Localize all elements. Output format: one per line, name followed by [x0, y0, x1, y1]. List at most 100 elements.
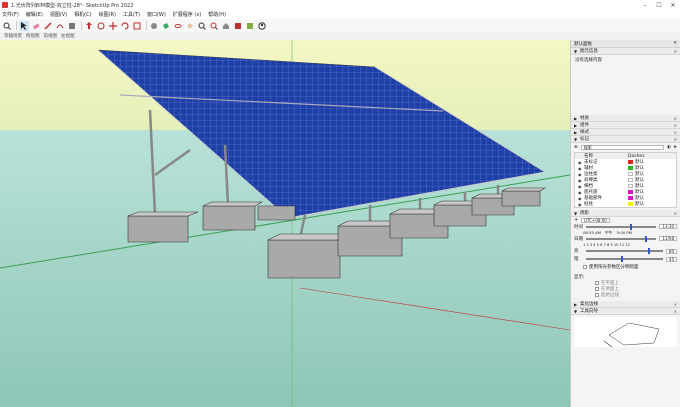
model-canvas[interactable] [0, 40, 570, 407]
menu-camera[interactable]: 相机(C) [74, 11, 91, 18]
time-label: 时间 [574, 224, 583, 230]
offset-icon[interactable] [96, 21, 106, 31]
on-ground-checkbox[interactable] [595, 287, 599, 291]
pencil-icon[interactable] [43, 21, 53, 31]
utc-select[interactable]: UTC+08:00 [581, 217, 610, 223]
dark-input[interactable]: 45 [665, 256, 677, 262]
tray-title: 默认面板 [574, 41, 592, 47]
tags-toolbar: ⊕ 搜索 ◐ ➤ [571, 143, 680, 151]
zoom-icon[interactable] [197, 21, 207, 31]
push-pull-icon[interactable] [84, 21, 94, 31]
light-label: 亮 [574, 249, 579, 254]
move-icon[interactable] [108, 21, 118, 31]
close-icon[interactable]: ✕ [674, 211, 677, 216]
time-slider[interactable] [586, 223, 657, 230]
tag-name: 桩柱 [584, 202, 593, 207]
menu-window[interactable]: 窗口(W) [147, 11, 166, 18]
tag-color-swatch[interactable] [628, 172, 633, 176]
close-icon[interactable]: ✕ [674, 130, 677, 135]
model-viewport[interactable] [0, 40, 570, 407]
close-icon[interactable]: ✕ [674, 302, 677, 307]
light-slider[interactable] [586, 248, 663, 254]
tag-color-swatch[interactable] [628, 196, 633, 200]
date-input[interactable]: 11/08 [659, 236, 677, 241]
section-soften-edges[interactable]: ▶ 柔化边线 ✕ [571, 301, 680, 308]
menu-tools[interactable]: 工具(T) [123, 11, 140, 18]
shape-icon[interactable] [67, 21, 77, 31]
tag-color-swatch[interactable] [628, 166, 633, 170]
scene-tab-iso[interactable]: 等轴场景 [4, 33, 22, 39]
close-icon[interactable]: ✕ [666, 0, 680, 10]
on-faces-checkbox[interactable] [595, 281, 599, 285]
tag-row[interactable]: ◉ 桩柱 默认 [575, 201, 676, 208]
arc-icon[interactable] [55, 21, 65, 31]
menu-view[interactable]: 视图(V) [50, 11, 67, 18]
close-icon[interactable]: ✕ [674, 116, 677, 121]
close-icon[interactable]: ✕ [674, 137, 677, 142]
orbit-icon[interactable] [173, 21, 183, 31]
menu-file[interactable]: 文件(F) [2, 11, 19, 18]
minimize-icon[interactable]: – [638, 0, 652, 10]
month-scale: 1 2 3 4 5 6 7 8 9 10 11 12 [583, 242, 630, 247]
scale-icon[interactable] [132, 21, 142, 31]
details-icon[interactable]: ➤ [673, 145, 677, 150]
section-shadows[interactable]: ▼ 阴影 ✕ [571, 210, 680, 217]
tag-color-icon[interactable]: ◐ [667, 145, 671, 150]
date-slider[interactable] [586, 235, 657, 242]
section-materials[interactable]: ▶ 材质 ✕ [571, 115, 680, 122]
warehouse-icon[interactable] [221, 21, 231, 31]
dark-slider-thumb[interactable] [620, 256, 623, 262]
close-icon[interactable]: ✕ [674, 49, 677, 54]
time-input[interactable]: 13:30 [659, 224, 677, 229]
search-icon[interactable] [2, 21, 12, 31]
from-edges-row[interactable]: 起始边线 [571, 292, 680, 298]
tag-search-input[interactable]: 搜索 [580, 144, 665, 150]
dark-slider[interactable] [586, 256, 663, 262]
display-label: 显示: [574, 274, 585, 280]
tag-color-swatch[interactable] [628, 184, 633, 188]
tag-dash[interactable]: 默认 [635, 201, 644, 207]
tag-color-swatch[interactable] [628, 190, 633, 194]
section-styles[interactable]: ▶ 样式 ✕ [571, 129, 680, 136]
light-slider-thumb[interactable] [647, 248, 650, 254]
section-tags[interactable]: ▼ 标记 ✕ [571, 136, 680, 143]
section-entity-info[interactable]: ▼ 图元信息 ✕ [571, 48, 680, 55]
time-noon: 中午 [605, 229, 613, 235]
section-instructor[interactable]: ▼ 工具向导 ✕ [571, 308, 680, 315]
menu-help[interactable]: 帮助(H) [208, 11, 226, 18]
time-slider-thumb[interactable] [629, 223, 632, 230]
pan-icon[interactable] [185, 21, 195, 31]
from-edges-checkbox[interactable] [595, 293, 599, 297]
section-components[interactable]: ▶ 组件 ✕ [571, 122, 680, 129]
scene-tab-top[interactable]: 俯视图 [26, 33, 40, 39]
close-icon[interactable]: ✕ [674, 123, 677, 128]
date-slider-thumb[interactable] [645, 235, 648, 242]
rotate-icon[interactable] [120, 21, 130, 31]
tag-color-swatch[interactable] [628, 202, 633, 206]
shadow-toggle-icon[interactable]: ☀ [574, 218, 578, 223]
menu-edit[interactable]: 编辑(E) [26, 11, 43, 18]
select-arrow-icon[interactable] [19, 20, 29, 31]
tag-color-swatch[interactable] [628, 178, 633, 182]
user-icon[interactable] [257, 21, 267, 31]
instructor-illustration [574, 317, 677, 348]
scene-tab-left[interactable]: 左视图 [61, 33, 75, 39]
add-tag-icon[interactable]: ⊕ [574, 145, 578, 150]
menu-extensions[interactable]: 扩展程序 (x) [173, 11, 201, 18]
paint-bucket-icon[interactable] [161, 21, 171, 31]
tape-measure-icon[interactable] [149, 21, 159, 31]
light-input[interactable]: 80 [665, 248, 677, 254]
pin-icon[interactable]: ✕ [673, 41, 677, 46]
scene-tab-front[interactable]: 前视图 [44, 33, 58, 39]
title-bar: 1.光伏阵列BIM模型-双立柱-28°- SketchUp Pro 2022 –… [0, 0, 680, 10]
zoom-extents-icon[interactable] [209, 21, 219, 31]
maximize-icon[interactable]: ☐ [652, 0, 666, 10]
use-sun-checkbox[interactable] [583, 265, 587, 269]
menu-draw[interactable]: 绘图(R) [99, 11, 116, 18]
extension-icon[interactable] [233, 21, 243, 31]
tag-color-swatch[interactable] [628, 160, 633, 164]
eraser-icon[interactable] [31, 21, 41, 31]
close-icon[interactable]: ✕ [674, 309, 677, 314]
layout-icon[interactable] [245, 21, 255, 31]
use-sun-row[interactable]: 使用阳光参数区分明暗面 [571, 263, 680, 271]
